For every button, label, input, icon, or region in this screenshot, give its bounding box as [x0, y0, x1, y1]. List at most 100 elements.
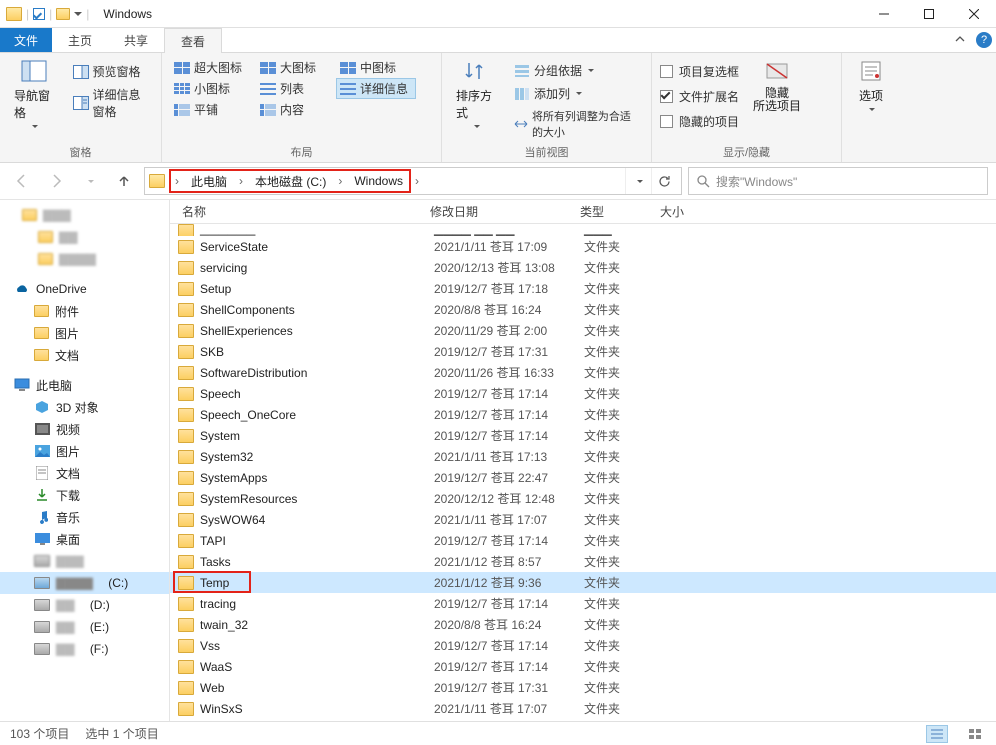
- nav-pane-button[interactable]: 导航窗格: [8, 57, 61, 142]
- file-row[interactable]: SysWOW642021/1/11 苍耳 17:07文件夹: [170, 509, 996, 530]
- properties-icon[interactable]: [33, 8, 45, 20]
- col-size[interactable]: 大小: [660, 203, 740, 220]
- hide-selected-button[interactable]: 隐藏 所选项目: [747, 57, 807, 142]
- tab-file[interactable]: 文件: [0, 28, 52, 52]
- tree-music[interactable]: 音乐: [0, 506, 169, 528]
- tree-item[interactable]: ▇▇: [0, 226, 169, 248]
- tree-3dobjects[interactable]: 3D 对象: [0, 396, 169, 418]
- tree-drive-d[interactable]: ▇▇ (D:): [0, 594, 169, 616]
- details-view-button[interactable]: [926, 725, 948, 743]
- tree-drive-e[interactable]: ▇▇ (E:): [0, 616, 169, 638]
- options-button[interactable]: 选项: [850, 57, 892, 146]
- file-row[interactable]: System322021/1/11 苍耳 17:13文件夹: [170, 446, 996, 467]
- crumb-chevron[interactable]: ›: [233, 174, 249, 188]
- hidden-items-toggle[interactable]: 隐藏的项目: [660, 113, 739, 130]
- layout-medium[interactable]: 中图标: [336, 57, 416, 78]
- layout-large[interactable]: 大图标: [256, 57, 336, 78]
- ribbon-collapse-icon[interactable]: [948, 28, 972, 52]
- tree-pictures2[interactable]: 图片: [0, 440, 169, 462]
- file-row[interactable]: tracing2019/12/7 苍耳 17:14文件夹: [170, 593, 996, 614]
- file-row[interactable]: Speech2019/12/7 苍耳 17:14文件夹: [170, 383, 996, 404]
- tree-downloads[interactable]: 下载: [0, 484, 169, 506]
- file-row[interactable]: SoftwareDistribution2020/11/26 苍耳 16:33文…: [170, 362, 996, 383]
- tree-thispc[interactable]: 此电脑: [0, 374, 169, 396]
- item-checkboxes-toggle[interactable]: 项目复选框: [660, 63, 739, 80]
- layout-xlarge[interactable]: 超大图标: [170, 57, 256, 78]
- help-button[interactable]: ?: [972, 28, 996, 52]
- tree-desktop[interactable]: 桌面: [0, 528, 169, 550]
- file-row[interactable]: Vss2019/12/7 苍耳 17:14文件夹: [170, 635, 996, 656]
- icons-view-button[interactable]: [964, 725, 986, 743]
- file-row[interactable]: servicing2020/12/13 苍耳 13:08文件夹: [170, 257, 996, 278]
- file-row[interactable]: WinSxS2021/1/11 苍耳 17:07文件夹: [170, 698, 996, 719]
- file-row[interactable]: ShellExperiences2020/11/29 苍耳 2:00文件夹: [170, 320, 996, 341]
- layout-list[interactable]: 列表: [256, 78, 336, 99]
- file-row[interactable]: Web2019/12/7 苍耳 17:31文件夹: [170, 677, 996, 698]
- crumb-chevron[interactable]: ›: [169, 174, 185, 188]
- tree-drive-c[interactable]: ▇▇▇▇ (C:): [0, 572, 169, 594]
- layout-small[interactable]: 小图标: [170, 78, 256, 99]
- file-list[interactable]: ▂▂▂▂▂▂▂▂▂▂ ▂▂ ▂▂▂▂▂ ServiceState2021/1/1…: [170, 224, 996, 721]
- maximize-button[interactable]: [906, 0, 951, 28]
- crumb-chevron[interactable]: ›: [332, 174, 348, 188]
- crumb-folder[interactable]: Windows: [352, 174, 405, 188]
- fitcolumns-button[interactable]: 将所有列调整为合适的大小: [510, 106, 643, 142]
- file-name: ServiceState: [200, 240, 434, 254]
- groupby-button[interactable]: 分组依据: [510, 60, 643, 81]
- file-row[interactable]: Temp2021/1/12 苍耳 9:36文件夹: [170, 572, 996, 593]
- file-row[interactable]: Setup2019/12/7 苍耳 17:18文件夹: [170, 278, 996, 299]
- folder-icon[interactable]: [56, 8, 70, 20]
- back-button[interactable]: [8, 167, 36, 195]
- details-pane-button[interactable]: 详细信息窗格: [69, 84, 153, 122]
- layout-tiles[interactable]: 平铺: [170, 99, 256, 120]
- crumb-drive[interactable]: 本地磁盘 (C:): [253, 173, 328, 190]
- search-box[interactable]: 搜索"Windows": [688, 167, 988, 195]
- layout-content[interactable]: 内容: [256, 99, 336, 120]
- addr-dropdown[interactable]: [625, 168, 651, 194]
- col-name[interactable]: 名称: [170, 203, 430, 220]
- tree-item[interactable]: ▇▇▇▇: [0, 248, 169, 270]
- preview-pane-button[interactable]: 预览窗格: [69, 61, 153, 82]
- addcolumn-button[interactable]: 添加列: [510, 83, 643, 104]
- refresh-button[interactable]: [651, 168, 677, 194]
- tree-onedrive[interactable]: OneDrive: [0, 278, 169, 300]
- tree-item[interactable]: ▇▇▇: [0, 550, 169, 572]
- sort-button[interactable]: 排序方式: [450, 57, 502, 142]
- file-row[interactable]: System2019/12/7 苍耳 17:14文件夹: [170, 425, 996, 446]
- minimize-button[interactable]: [861, 0, 906, 28]
- file-row[interactable]: ▂▂▂▂▂▂▂▂▂▂ ▂▂ ▂▂▂▂▂: [170, 224, 996, 236]
- tree-videos[interactable]: 视频: [0, 418, 169, 440]
- tree-drive-f[interactable]: ▇▇ (F:): [0, 638, 169, 660]
- navigation-tree[interactable]: ▇▇▇ ▇▇ ▇▇▇▇ OneDrive 附件 图片 文档 此电脑 3D 对象 …: [0, 200, 170, 721]
- qat-dropdown-icon[interactable]: [74, 12, 82, 16]
- file-row[interactable]: twain_322020/8/8 苍耳 16:24文件夹: [170, 614, 996, 635]
- up-button[interactable]: [110, 167, 138, 195]
- file-row[interactable]: ShellComponents2020/8/8 苍耳 16:24文件夹: [170, 299, 996, 320]
- file-row[interactable]: SystemApps2019/12/7 苍耳 22:47文件夹: [170, 467, 996, 488]
- tree-pictures[interactable]: 图片: [0, 322, 169, 344]
- col-date[interactable]: 修改日期: [430, 203, 580, 220]
- file-row[interactable]: SKB2019/12/7 苍耳 17:31文件夹: [170, 341, 996, 362]
- file-row[interactable]: ServiceState2021/1/11 苍耳 17:09文件夹: [170, 236, 996, 257]
- file-row[interactable]: Speech_OneCore2019/12/7 苍耳 17:14文件夹: [170, 404, 996, 425]
- tree-documents[interactable]: 文档: [0, 344, 169, 366]
- col-type[interactable]: 类型: [580, 203, 660, 220]
- tab-share[interactable]: 共享: [108, 28, 164, 52]
- layout-details[interactable]: 详细信息: [336, 78, 416, 99]
- file-row[interactable]: TAPI2019/12/7 苍耳 17:14文件夹: [170, 530, 996, 551]
- tab-home[interactable]: 主页: [52, 28, 108, 52]
- file-row[interactable]: Tasks2021/1/12 苍耳 8:57文件夹: [170, 551, 996, 572]
- file-extensions-toggle[interactable]: 文件扩展名: [660, 88, 739, 105]
- forward-button[interactable]: [42, 167, 70, 195]
- tree-item[interactable]: ▇▇▇: [0, 204, 169, 226]
- file-row[interactable]: SystemResources2020/12/12 苍耳 12:48文件夹: [170, 488, 996, 509]
- file-row[interactable]: WaaS2019/12/7 苍耳 17:14文件夹: [170, 656, 996, 677]
- address-bar[interactable]: › 此电脑 › 本地磁盘 (C:) › Windows ›: [144, 167, 682, 195]
- crumb-thispc[interactable]: 此电脑: [189, 173, 229, 190]
- history-dropdown[interactable]: [76, 167, 104, 195]
- tree-documents2[interactable]: 文档: [0, 462, 169, 484]
- crumb-chevron[interactable]: ›: [409, 174, 425, 188]
- tab-view[interactable]: 查看: [164, 28, 222, 53]
- tree-attachments[interactable]: 附件: [0, 300, 169, 322]
- close-button[interactable]: [951, 0, 996, 28]
